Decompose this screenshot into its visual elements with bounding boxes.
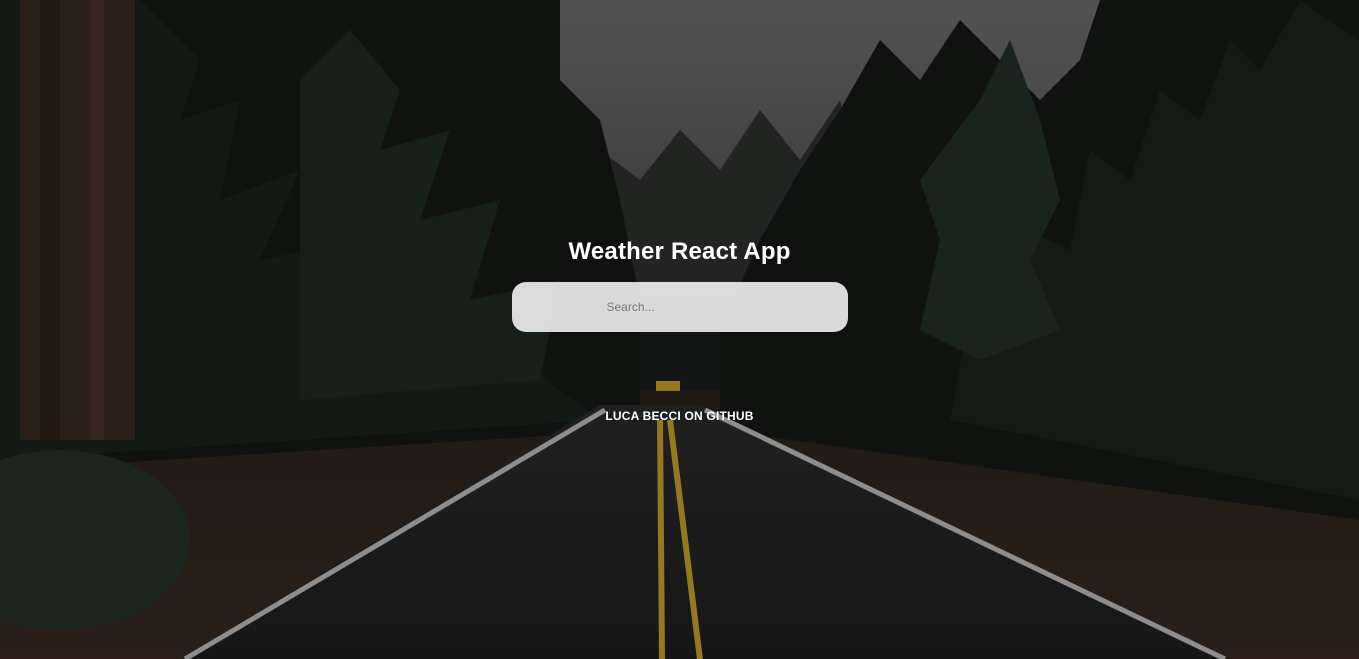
app-title: Weather React App — [568, 238, 791, 265]
search-box[interactable] — [511, 281, 848, 333]
main-content: Weather React App LUCA BECCI ON GITHUB — [0, 0, 1359, 659]
github-link[interactable]: LUCA BECCI ON GITHUB — [605, 409, 753, 423]
app-root: Weather React App LUCA BECCI ON GITHUB — [0, 0, 1359, 659]
search-input[interactable] — [511, 281, 848, 333]
